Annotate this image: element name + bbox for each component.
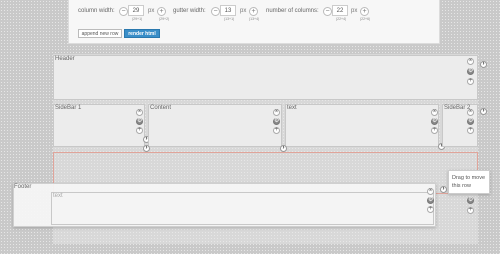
gutter-width-decrement-button[interactable]: − <box>211 7 220 16</box>
sidebar2-close-icon[interactable]: × <box>467 109 474 116</box>
gutter-width-sub-left: (13+1) <box>224 17 235 21</box>
footer-close-icon[interactable]: × <box>427 188 434 195</box>
footer-settings-icon[interactable]: ⚙ <box>427 197 434 204</box>
num-columns-sub-right: (22+6) <box>360 17 371 21</box>
text-title: text <box>287 105 297 111</box>
header-block[interactable] <box>53 55 478 100</box>
gutter-width-input[interactable]: 13 <box>220 5 236 16</box>
gutter-width-sub-right: (13+4) <box>249 17 260 21</box>
footer-row-handle-icon[interactable]: › <box>440 186 447 193</box>
sidebar2-settings-icon[interactable]: ⚙ <box>467 118 474 125</box>
content-settings-icon[interactable]: ⚙ <box>273 118 280 125</box>
gutter-width-label: gutter width: <box>173 8 206 14</box>
text-block[interactable] <box>285 104 439 147</box>
content-add-icon[interactable]: + <box>273 127 280 134</box>
footer-title: Footer <box>14 184 32 190</box>
header-title: Header <box>55 56 75 62</box>
column-width-decrement-button[interactable]: − <box>119 7 128 16</box>
column-width-input[interactable]: 29 <box>128 5 144 16</box>
drag-tooltip: Drag to move this row <box>448 170 490 194</box>
num-columns-unit: px <box>351 8 358 14</box>
sidebar1-close-icon[interactable]: × <box>136 109 143 116</box>
middle-row-handle-icon[interactable]: › <box>480 108 487 115</box>
text-settings-icon[interactable]: ⚙ <box>431 118 438 125</box>
footer-inner-block[interactable] <box>51 192 434 225</box>
column-width-unit: px <box>148 8 155 14</box>
header-close-icon[interactable]: × <box>467 58 474 65</box>
sidebar2-add-icon[interactable]: + <box>467 127 474 134</box>
header-settings-icon[interactable]: ⚙ <box>467 68 474 75</box>
header-row-handle-icon[interactable]: › <box>480 61 487 68</box>
num-columns-input[interactable]: 22 <box>332 5 348 16</box>
num-columns-decrement-button[interactable]: − <box>323 7 332 16</box>
render-html-button[interactable]: render html <box>124 29 160 38</box>
footer-add-icon[interactable]: + <box>427 206 434 213</box>
gutter-width-increment-button[interactable]: + <box>249 7 258 16</box>
column-width-label: column width: <box>78 8 115 14</box>
content-close-icon[interactable]: × <box>273 109 280 116</box>
content-title: Content <box>150 105 172 111</box>
text-add-icon[interactable]: + <box>431 127 438 134</box>
header-add-icon[interactable]: + <box>467 78 474 85</box>
gutter-width-unit: px <box>240 8 247 14</box>
sidebar1-resize-icon-2[interactable]: › <box>143 145 150 152</box>
sidebar1-title: SideBar 1 <box>55 105 82 111</box>
column-width-sub-right: (29+2) <box>159 17 170 21</box>
row-add-icon[interactable]: + <box>467 207 474 214</box>
column-width-sub-left: (29+1) <box>132 17 143 21</box>
sidebar1-add-icon[interactable]: + <box>136 127 143 134</box>
num-columns-sub-left: (22+4) <box>336 17 347 21</box>
footer-inner-title: text <box>53 193 63 199</box>
content-resize-icon[interactable]: › <box>280 145 287 152</box>
num-columns-increment-button[interactable]: + <box>360 7 369 16</box>
append-new-row-button[interactable]: append new row <box>78 29 122 38</box>
sidebar1-settings-icon[interactable]: ⚙ <box>136 118 143 125</box>
num-columns-label: number of columns: <box>266 8 319 14</box>
column-width-increment-button[interactable]: + <box>157 7 166 16</box>
text-close-icon[interactable]: × <box>431 109 438 116</box>
row-settings-icon[interactable]: ⚙ <box>467 197 474 204</box>
